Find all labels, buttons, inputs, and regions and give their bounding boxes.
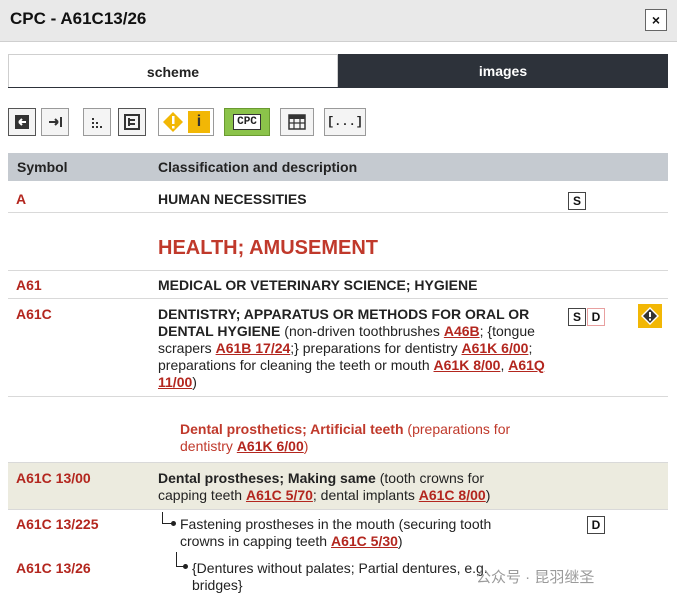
s-badge-icon[interactable]: S [568, 192, 586, 210]
col-symbol: Symbol [17, 159, 68, 175]
window-title: CPC - A61C13/26 [10, 9, 147, 28]
arrow-right-bar-icon [49, 117, 62, 127]
tree-view-button[interactable] [118, 108, 146, 136]
desc-a61c: DENTISTRY; APPARATUS OR METHODS FOR ORAL… [158, 306, 550, 391]
desc-text: ) [303, 438, 309, 454]
ref-a61k-6-00[interactable]: A61K 6/00 [237, 438, 304, 454]
warning-icon [163, 112, 183, 132]
d-badge-icon[interactable]: D [587, 308, 605, 326]
desc-text: (non-driven toothbrushes [280, 323, 444, 339]
ref-a61c-8-00[interactable]: A61C 8/00 [419, 487, 486, 503]
symbol-a[interactable]: A [16, 191, 26, 207]
symbol-a61c[interactable]: A61C [16, 306, 52, 322]
ref-a61k-8-00[interactable]: A61K 8/00 [434, 357, 501, 373]
toolbar: i CPC [...] [8, 108, 668, 136]
window-titlebar: CPC - A61C13/26 × [0, 0, 677, 42]
tab-scheme[interactable]: scheme [8, 54, 338, 88]
watermark: 公众号 · 昆羽继圣 [476, 569, 595, 586]
warning-icon[interactable] [638, 304, 662, 328]
row-divider [8, 396, 668, 397]
symbol-a61c-13-225[interactable]: A61C 13/225 [16, 516, 99, 532]
subheading-title: Dental prosthetics; Artificial teeth [180, 421, 404, 437]
ref-a61c-5-30[interactable]: A61C 5/30 [331, 533, 398, 549]
desc-a61c-13-225: Fastening prostheses in the mouth (secur… [180, 516, 530, 550]
row-divider [8, 212, 668, 213]
desc-a61c-13-26: {Dentures without palates; Partial dentu… [192, 560, 488, 593]
row-divider [8, 509, 668, 510]
title-human-necessities: HUMAN NECESSITIES [158, 191, 307, 207]
col-description: Classification and description [158, 159, 358, 175]
title-a61c-13-00: Dental prostheses; Making same [158, 470, 376, 486]
desc-text: ) [485, 487, 491, 503]
symbol-a61[interactable]: A61 [16, 277, 42, 293]
tree-bullet [171, 521, 176, 526]
row-divider [8, 462, 668, 463]
bracket-label: [...] [326, 115, 363, 129]
hierarchy-dots-icon [92, 118, 102, 128]
desc-text: ) [397, 533, 403, 549]
tree-connector [176, 552, 177, 566]
cpc-button[interactable]: CPC [224, 108, 270, 136]
tab-images[interactable]: images [338, 54, 668, 88]
desc-text: ;} preparations for dentistry [290, 340, 462, 356]
table-view-button[interactable] [280, 108, 314, 136]
desc-text: ; dental implants [312, 487, 419, 503]
symbol-a61c-13-00[interactable]: A61C 13/00 [16, 470, 91, 486]
close-button[interactable]: × [645, 9, 667, 31]
table-grid-icon [288, 114, 306, 130]
warning-info-button[interactable]: i [158, 108, 214, 136]
desc-text: ) [192, 374, 197, 390]
arrow-left-bar-icon [15, 115, 29, 129]
ref-a61b-17-24[interactable]: A61B 17/24 [216, 340, 291, 356]
tab-bar: scheme images [8, 54, 668, 88]
tree-view-icon [124, 114, 140, 130]
s-badge-icon[interactable]: S [568, 308, 586, 326]
info-icon: i [188, 111, 210, 133]
table-header: Symbol Classification and description [8, 153, 668, 181]
ref-a61k-6-00[interactable]: A61K 6/00 [462, 340, 529, 356]
title-a61: MEDICAL OR VETERINARY SCIENCE; HYGIENE [158, 277, 478, 293]
ref-a46b[interactable]: A46B [444, 323, 480, 339]
row-divider [8, 270, 668, 271]
cpc-label: CPC [233, 114, 261, 130]
section-heading: HEALTH; AMUSEMENT [158, 237, 378, 259]
notes-button[interactable]: [...] [324, 108, 366, 136]
ref-a61c-5-70[interactable]: A61C 5/70 [246, 487, 313, 503]
tree-bullet [183, 564, 188, 569]
collapse-left-button[interactable] [8, 108, 36, 136]
symbol-a61c-13-26[interactable]: A61C 13/26 [16, 560, 91, 576]
subheading-dental-prosthetics: Dental prosthetics; Artificial teeth (pr… [180, 421, 550, 455]
d-badge-icon[interactable]: D [587, 516, 605, 534]
expand-right-button[interactable] [41, 108, 69, 136]
hierarchy-dots-button[interactable] [83, 108, 111, 136]
row-divider [8, 298, 668, 299]
desc-a61c-13-00: Dental prostheses; Making same (tooth cr… [158, 470, 528, 504]
tab-underline [8, 87, 668, 88]
